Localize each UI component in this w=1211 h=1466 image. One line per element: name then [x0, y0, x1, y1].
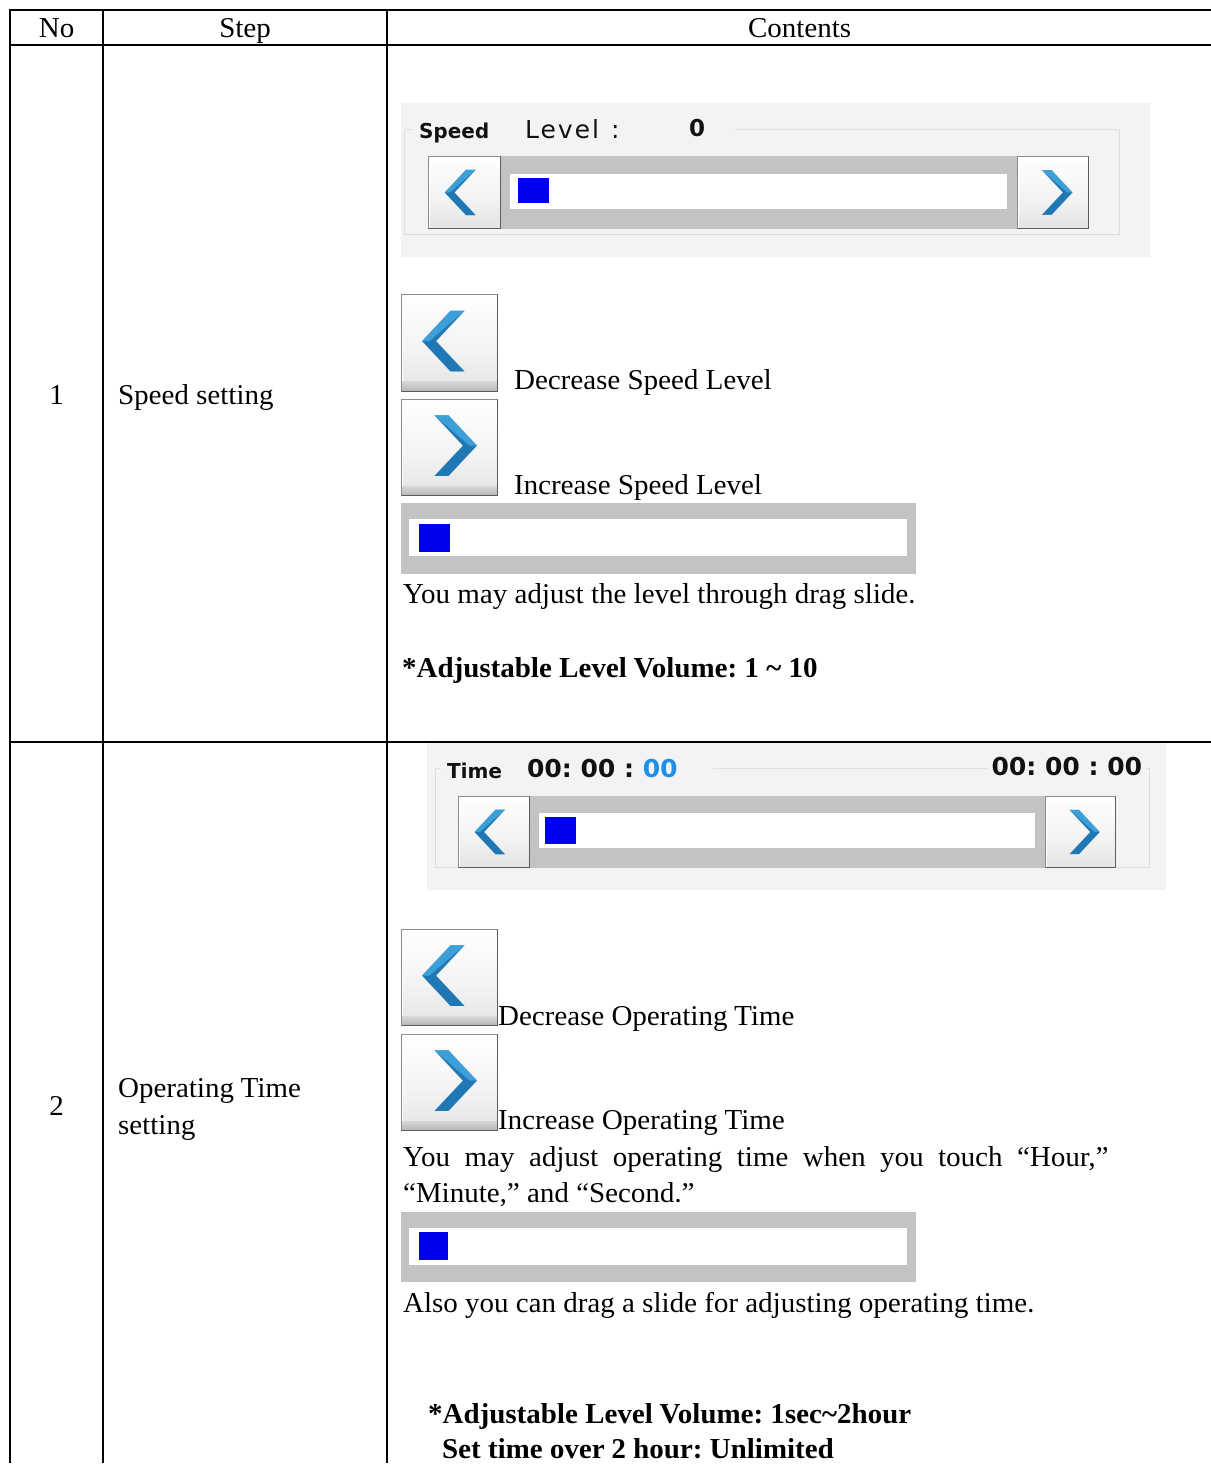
time-slider[interactable]: [530, 796, 1045, 868]
row2-step-line1: Operating Time: [118, 1072, 301, 1104]
chevron-right-icon: [434, 1050, 478, 1111]
chevron-left-icon: [421, 310, 465, 372]
decrease-time-button[interactable]: [458, 796, 530, 868]
speed-drag-text: You may adjust the level through drag sl…: [403, 578, 916, 610]
chevron-left-icon: [444, 169, 476, 216]
chevron-right-icon: [1069, 809, 1100, 855]
time-label: Time: [447, 759, 502, 783]
decrease-speed-text: Decrease Speed Level: [514, 364, 772, 396]
table-border-left: [9, 9, 11, 1463]
chevron-right-icon: [1041, 170, 1073, 215]
time-touch-text-line2: “Minute,” and “Second.”: [403, 1177, 695, 1209]
legend-decrease-time-button: [401, 929, 498, 1026]
level-value: 0: [689, 116, 706, 142]
increase-time-text: Increase Operating Time: [498, 1104, 785, 1136]
time-note-line2: Set time over 2 hour: Unlimited: [442, 1433, 834, 1465]
legend-time-slider: [401, 1212, 916, 1282]
header-no: No: [38, 12, 75, 44]
row1-number: 1: [49, 379, 64, 411]
speed-slider-thumb[interactable]: [518, 178, 549, 203]
decrease-time-text: Decrease Operating Time: [498, 1000, 795, 1032]
time-seconds[interactable]: 00: [643, 754, 678, 783]
legend-increase-speed-button: [401, 399, 498, 496]
table-divider-no-step: [102, 9, 104, 1463]
chevron-right-icon: [434, 415, 478, 476]
speed-panel-header: Speed Level : 0: [413, 113, 735, 147]
increase-speed-button[interactable]: [1017, 156, 1089, 229]
speed-label: Speed: [419, 119, 490, 143]
table-divider-step-contents: [386, 9, 388, 1463]
time-note-line1: *Adjustable Level Volume: 1sec~2hour: [428, 1398, 912, 1430]
level-label: Level :: [525, 115, 622, 144]
time-hours-minutes[interactable]: 00: 00 :: [527, 754, 634, 783]
time-panel-header: Time 00: 00 : 00: [441, 751, 713, 785]
time-touch-text-line1: You may adjust operating time when you t…: [403, 1141, 1109, 1173]
legend-increase-time-button: [401, 1034, 498, 1131]
time-elapsed: 00: 00 : 00: [527, 754, 678, 783]
time-slider-thumb[interactable]: [545, 817, 576, 844]
speed-slider-track: [510, 174, 1007, 209]
legend-decrease-speed-button: [401, 294, 498, 392]
header-contents: Contents: [747, 12, 852, 44]
time-panel: Time 00: 00 : 00 00: 00 : 00: [427, 743, 1166, 890]
row2-step-line2: setting: [118, 1109, 196, 1141]
increase-speed-text: Increase Speed Level: [514, 469, 762, 501]
time-drag-text: Also you can drag a slide for adjusting …: [403, 1287, 1035, 1319]
row1-step: Speed setting: [118, 379, 274, 411]
row2-number: 2: [49, 1090, 64, 1122]
speed-panel: Speed Level : 0: [401, 103, 1150, 257]
chevron-left-icon: [421, 945, 465, 1006]
speed-note: *Adjustable Level Volume: 1 ~ 10: [402, 652, 818, 684]
legend-speed-slider: [401, 503, 916, 574]
time-slider-track: [539, 813, 1035, 848]
header-step: Step: [219, 12, 271, 44]
decrease-speed-button[interactable]: [428, 156, 501, 229]
time-total: 00: 00 : 00: [987, 752, 1146, 781]
increase-time-button[interactable]: [1045, 796, 1116, 868]
speed-slider[interactable]: [501, 156, 1017, 229]
chevron-left-icon: [474, 809, 506, 855]
